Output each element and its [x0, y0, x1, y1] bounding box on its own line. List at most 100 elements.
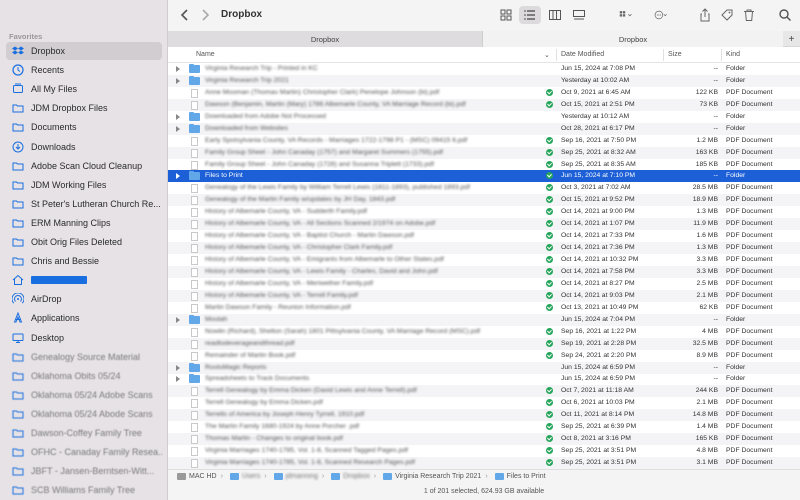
- sidebar-item[interactable]: JDM Dropbox Files: [6, 99, 162, 117]
- disclosure-triangle-icon[interactable]: [176, 364, 180, 371]
- list-row[interactable]: Moolah Jun 15, 2024 at 7:04 PM -- Folder: [168, 313, 800, 326]
- list-row[interactable]: Terrell Genealogy by Emma Dicken (David …: [168, 385, 800, 398]
- list-row[interactable]: The Martin Family 1680-1924 by Anne Porc…: [168, 421, 800, 433]
- sidebar-item[interactable]: Desktop: [6, 329, 162, 347]
- path-item[interactable]: jdmanning: [286, 473, 318, 480]
- sidebar-item[interactable]: Downloads: [6, 138, 162, 156]
- search-icon: [779, 9, 791, 21]
- list-row[interactable]: Files to Print Jun 15, 2024 at 7:10 PM -- F…: [168, 170, 800, 183]
- list-row[interactable]: History of Albemarle County, VA - Terrel…: [168, 289, 800, 302]
- list-row[interactable]: Remainder of Martin Book.pdf Sep 24, 2021…: [168, 350, 800, 362]
- disclosure-triangle-icon[interactable]: [176, 113, 180, 120]
- file-kind: PDF Document: [726, 208, 773, 216]
- list-row[interactable]: History of Albemarle County, VA - Lewis …: [168, 265, 800, 278]
- path-item[interactable]: Files to Print: [507, 473, 546, 480]
- list-row[interactable]: Genealogy of the Martin Family w/updates…: [168, 194, 800, 207]
- share-button[interactable]: [696, 6, 714, 24]
- list-row[interactable]: History of Albemarle County, VA - All Se…: [168, 218, 800, 231]
- path-item[interactable]: MAC HD: [189, 473, 217, 480]
- sidebar-item[interactable]: ERM Manning Clips: [6, 214, 162, 232]
- list-row[interactable]: Genealogy of the Lewis Family by William…: [168, 182, 800, 194]
- tag-button[interactable]: [718, 6, 736, 24]
- file-name: readtodeverageandthread.pdf: [205, 339, 295, 347]
- sidebar-item[interactable]: Oklahoma 05/24 Adobe Scans: [6, 386, 162, 404]
- column-header-size[interactable]: Size: [668, 51, 682, 58]
- sidebar-item[interactable]: Documents: [6, 118, 162, 136]
- list-row[interactable]: Virginia Research Trip 2021 Yesterday at …: [168, 74, 800, 87]
- column-divider[interactable]: [663, 49, 664, 61]
- pdf-file-icon: [191, 351, 198, 361]
- list-view-button[interactable]: [519, 6, 541, 24]
- list-row[interactable]: Downloaded from Websites Oct 28, 2021 at …: [168, 122, 800, 135]
- path-item[interactable]: Users: [242, 473, 260, 480]
- sidebar-item[interactable]: Oklahoma 05/24 Abode Scans: [6, 405, 162, 423]
- sidebar-item[interactable]: JBFT - Jansen-Berntsen-Witt...: [6, 462, 162, 480]
- column-view-button[interactable]: [545, 6, 565, 24]
- sidebar-item[interactable]: Dropbox: [6, 42, 162, 60]
- tab-dropbox-2[interactable]: Dropbox: [483, 31, 783, 47]
- sidebar-item[interactable]: Recents: [6, 61, 162, 79]
- disclosure-triangle-icon[interactable]: [176, 125, 180, 132]
- column-divider[interactable]: [721, 49, 722, 61]
- list-row[interactable]: Dawson (Benjamin, Martin (Mary) 1786 Alb…: [168, 98, 800, 111]
- sidebar-item[interactable]: Obit Orig Files Deleted: [6, 233, 162, 251]
- sidebar-item[interactable]: SCB Williams Family Tree: [6, 481, 162, 499]
- list-row[interactable]: Nowlin (Richard), Shelton (Sarah) 1801 P…: [168, 326, 800, 338]
- list-row[interactable]: Virginia Research Trip - Printed in KC Ju…: [168, 63, 800, 75]
- sidebar-item[interactable]: Oklahoma Obits 05/24: [6, 367, 162, 385]
- back-button[interactable]: [176, 6, 194, 24]
- list-row[interactable]: Martin Dawson Family - Reunion Informati…: [168, 302, 800, 314]
- list-row[interactable]: Thomas Martin - Changes to original book…: [168, 433, 800, 446]
- sidebar-item[interactable]: JDM Working Files: [6, 176, 162, 194]
- grid-view-button[interactable]: [496, 6, 516, 24]
- sidebar-item[interactable]: St Peter's Lutheran Church Re...: [6, 195, 162, 213]
- folder-icon: [12, 351, 24, 363]
- list-row[interactable]: History of Albemarle County, VA - Baptis…: [168, 230, 800, 242]
- list-row[interactable]: Spreadsheets to Track Documents Jun 15, 2…: [168, 373, 800, 385]
- sidebar-item[interactable]: OFHC - Canaday Family Resea...: [6, 443, 162, 461]
- list-row[interactable]: History of Albemarle County, VA - Christ…: [168, 242, 800, 255]
- sidebar-item[interactable]: Dawson-Coffey Family Tree: [6, 424, 162, 442]
- sidebar-item[interactable]: All My Files: [6, 80, 162, 98]
- sidebar-item[interactable]: [6, 271, 162, 289]
- group-button[interactable]: [614, 6, 638, 24]
- list-row[interactable]: History of Albemarle County, VA - Sudder…: [168, 206, 800, 218]
- path-item[interactable]: Virginia Research Trip 2021: [395, 473, 481, 480]
- disclosure-triangle-icon[interactable]: [176, 66, 180, 72]
- list-row[interactable]: Downloaded from Adobe Not Processed Yeste…: [168, 111, 800, 123]
- column-divider[interactable]: [556, 49, 557, 61]
- disclosure-triangle-icon[interactable]: [176, 77, 180, 84]
- new-tab-button[interactable]: +: [783, 31, 800, 47]
- list-row[interactable]: readtodeverageandthread.pdf Sep 19, 2021 …: [168, 337, 800, 350]
- list-row[interactable]: Terrell Genealogy by Emma Dicken.pdf Oct …: [168, 397, 800, 409]
- sidebar-item[interactable]: AirDrop: [6, 290, 162, 308]
- path-item[interactable]: Dropbox: [343, 473, 369, 480]
- tab-dropbox-1[interactable]: Dropbox: [168, 31, 483, 47]
- list-row[interactable]: Early Spotsylvania County, VA Records - …: [168, 135, 800, 147]
- sidebar-item[interactable]: Applications: [6, 309, 162, 327]
- search-button[interactable]: [776, 6, 794, 24]
- forward-button[interactable]: [196, 6, 214, 24]
- column-header-name[interactable]: Name: [196, 51, 215, 58]
- list-row[interactable]: RootsMagic Reports Jun 15, 2024 at 6:59 P…: [168, 361, 800, 374]
- list-row[interactable]: Terrells of America by Joseph Henry Tyrr…: [168, 409, 800, 422]
- sidebar-item[interactable]: Genealogy Source Material: [6, 348, 162, 366]
- sidebar-item[interactable]: Adobe Scan Cloud Cleanup: [6, 157, 162, 175]
- sidebar-item[interactable]: Chris and Bessie: [6, 252, 162, 270]
- disclosure-triangle-icon[interactable]: [176, 376, 180, 383]
- column-header-date[interactable]: Date Modified: [561, 51, 604, 58]
- list-row[interactable]: History of Albemarle County, VA - Emigra…: [168, 254, 800, 266]
- disclosure-triangle-icon[interactable]: [176, 173, 180, 180]
- list-row[interactable]: History of Albemarle County, VA - Meriwe…: [168, 278, 800, 290]
- list-row[interactable]: Anne Mooman (Thomas Martin) Christopher …: [168, 87, 800, 99]
- trash-button[interactable]: [740, 6, 758, 24]
- list-row[interactable]: Family Group Sheet - John Canaday (1728)…: [168, 159, 800, 171]
- list-row[interactable]: Virginia Marriages 1740-1785, Vol. 1-8, …: [168, 457, 800, 469]
- disclosure-triangle-icon[interactable]: [176, 316, 180, 323]
- list-row[interactable]: Virginia Marriages 1740-1785, Vol. 1-8, …: [168, 445, 800, 457]
- gallery-view-button[interactable]: [569, 6, 589, 24]
- column-header-kind[interactable]: Kind: [726, 51, 740, 58]
- more-actions-button[interactable]: [648, 6, 674, 24]
- list-row[interactable]: Family Group Sheet - John Canaday (1757)…: [168, 146, 800, 159]
- chevron-right-icon: [202, 9, 210, 21]
